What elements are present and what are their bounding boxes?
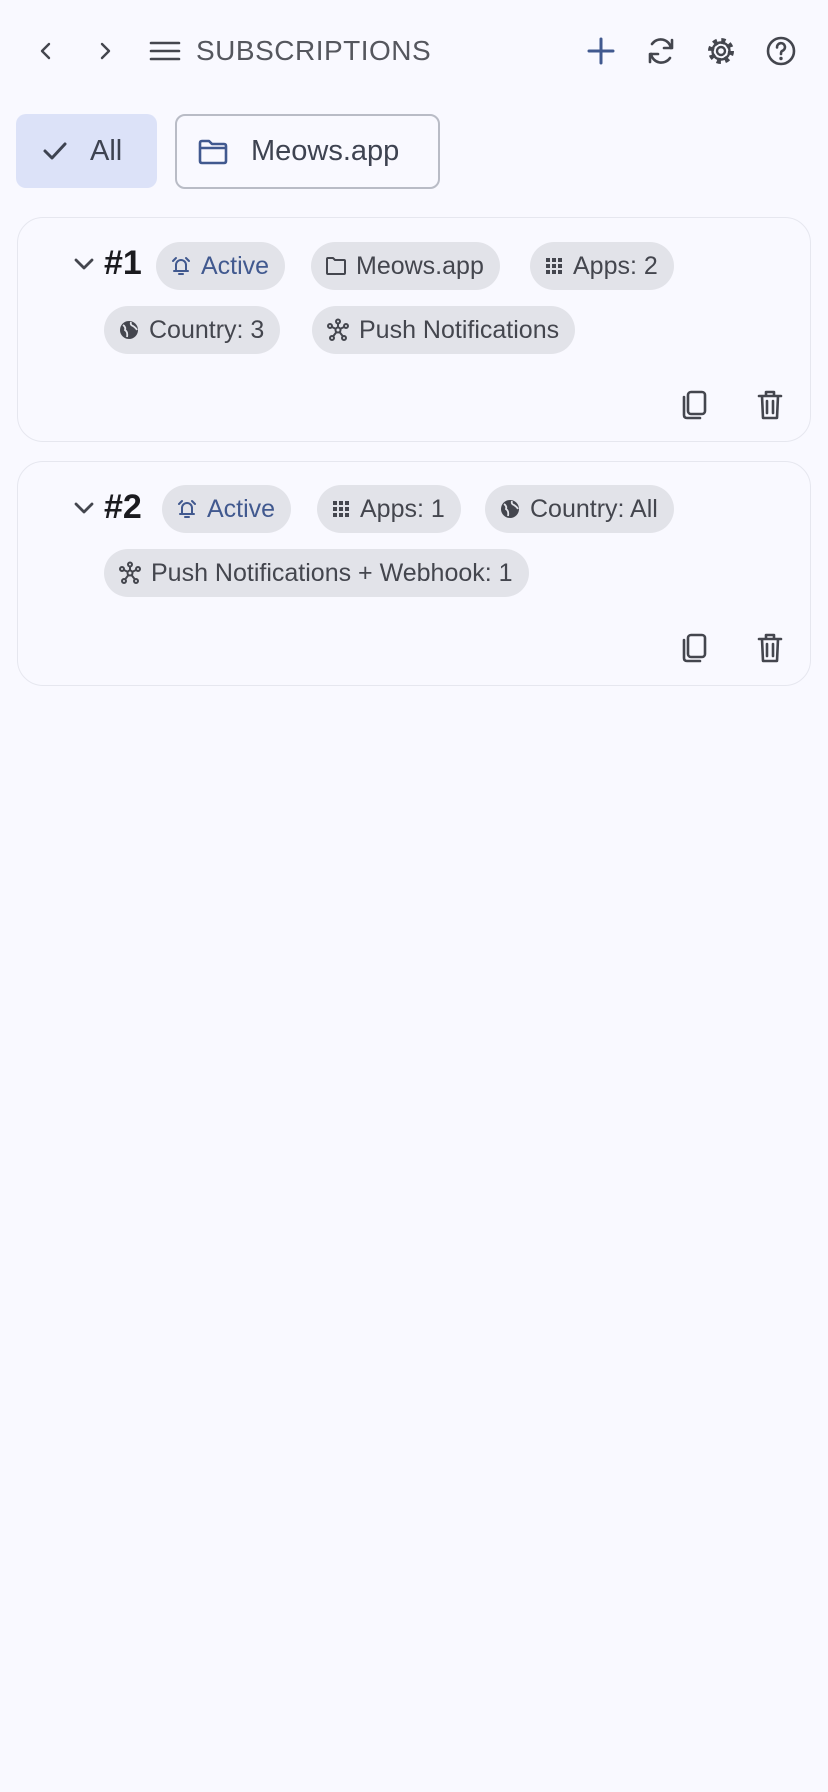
filter-chip-folder-label: Meows.app [251, 135, 400, 167]
menu-icon [149, 41, 181, 61]
copy-icon [682, 633, 707, 663]
channel-chip-label: Push Notifications [359, 315, 560, 344]
check-icon [43, 142, 67, 160]
menu-button[interactable] [141, 27, 189, 75]
refresh-icon [648, 38, 674, 64]
settings-button[interactable] [697, 27, 745, 75]
country-chip[interactable]: Country: 3 [104, 306, 281, 354]
subscription-number: #2 [104, 488, 142, 526]
globe-icon [120, 321, 138, 339]
country-chip-label: Country: 3 [149, 315, 265, 344]
country-chip-label: Country: All [530, 494, 658, 523]
apps-grid-icon [333, 501, 349, 517]
duplicate-button[interactable] [668, 622, 720, 674]
channel-chip[interactable]: Push Notifications [312, 306, 576, 354]
subscription-number: #1 [104, 244, 142, 282]
filter-chip-all-label: All [90, 134, 123, 167]
refresh-button[interactable] [637, 27, 685, 75]
globe-icon [501, 500, 519, 518]
subscription-card: #1 Active Meows.app Apps: 2 Country: 3 P… [17, 217, 811, 442]
settings-icon [708, 38, 734, 64]
chevron-down-icon [74, 502, 94, 514]
folder-icon [198, 139, 228, 164]
apps-grid-icon [546, 258, 562, 274]
filter-chip-folder[interactable]: Meows.app [175, 114, 440, 189]
help-icon [766, 36, 796, 66]
chevron-left-icon [40, 42, 51, 60]
alarm-icon [178, 500, 196, 518]
status-chip[interactable]: Active [162, 485, 292, 533]
trash-icon [757, 633, 783, 663]
hub-icon [327, 318, 349, 341]
alarm-icon [172, 257, 190, 275]
status-chip-label: Active [207, 494, 276, 523]
top-app-bar: SUBSCRIPTIONS [0, 0, 828, 104]
country-chip[interactable]: Country: All [485, 485, 674, 533]
duplicate-button[interactable] [668, 379, 720, 431]
apps-chip-label: Apps: 1 [360, 494, 445, 523]
help-button[interactable] [757, 27, 805, 75]
subscription-card: #2 Active Apps: 1 Country: All Push Noti… [17, 461, 811, 686]
filter-chip-all[interactable]: All [16, 114, 157, 188]
forward-button[interactable] [81, 27, 129, 75]
delete-button[interactable] [744, 379, 796, 431]
channel-chip-label: Push Notifications + Webhook: 1 [151, 558, 513, 587]
add-icon [587, 37, 615, 65]
hub-icon [119, 561, 141, 584]
folder-icon [326, 257, 346, 275]
add-subscription-button[interactable] [577, 27, 625, 75]
folder-chip[interactable]: Meows.app [311, 242, 500, 290]
apps-chip[interactable]: Apps: 2 [530, 242, 674, 290]
back-button[interactable] [22, 27, 70, 75]
copy-icon [682, 390, 707, 420]
apps-chip[interactable]: Apps: 1 [317, 485, 461, 533]
trash-icon [757, 390, 783, 420]
chevron-right-icon [100, 42, 111, 60]
delete-button[interactable] [744, 622, 796, 674]
chevron-down-icon [74, 258, 94, 270]
apps-chip-label: Apps: 2 [573, 251, 658, 280]
status-chip[interactable]: Active [156, 242, 286, 290]
folder-chip-label: Meows.app [356, 251, 484, 280]
status-chip-label: Active [201, 251, 270, 280]
page-title: SUBSCRIPTIONS [196, 35, 432, 66]
channel-chip[interactable]: Push Notifications + Webhook: 1 [104, 549, 529, 597]
